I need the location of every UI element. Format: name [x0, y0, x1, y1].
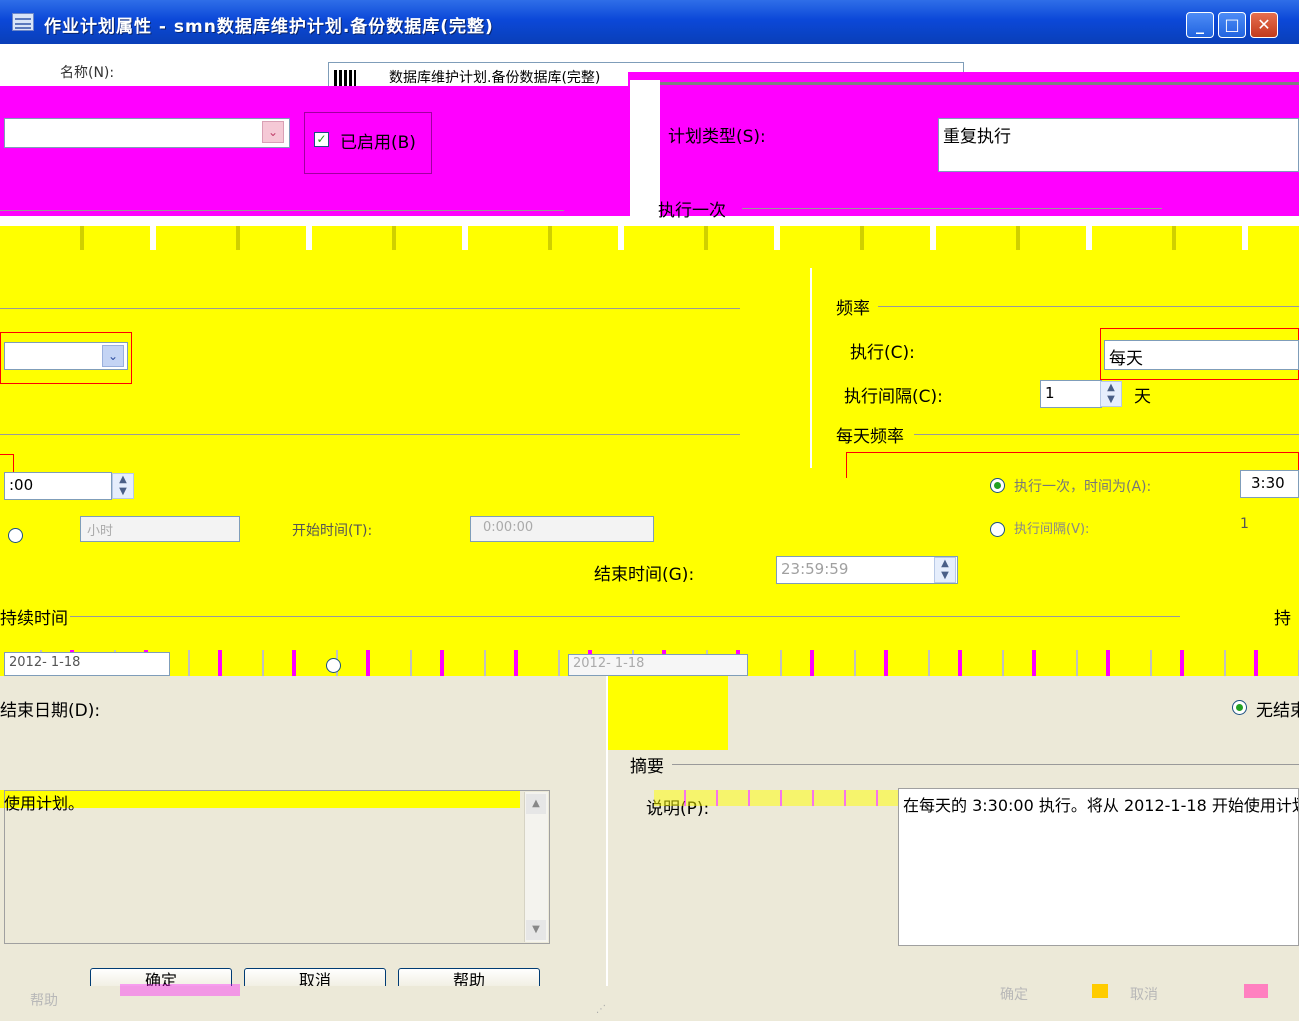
column-divider: [810, 268, 812, 468]
every-radio-left[interactable]: [8, 528, 23, 543]
recurring-frequency-panel: [0, 226, 1299, 676]
scroll-up-icon[interactable]: ▲: [526, 794, 546, 814]
divider-strip: [630, 80, 660, 230]
ghost-artifact-3: [1244, 984, 1268, 998]
daily-frequency-box: [846, 452, 1299, 478]
once-group-title: 执行一次: [658, 201, 726, 221]
schedule-type-select[interactable]: 重复执行: [938, 118, 1299, 172]
start-time-input[interactable]: 0:00:00: [470, 516, 654, 542]
chevron-down-icon[interactable]: ⌄: [102, 345, 124, 367]
recurs-unit: 天: [1134, 387, 1151, 407]
enabled-checkbox[interactable]: ✓: [314, 132, 329, 147]
ghost-artifact-2: [1092, 984, 1108, 998]
window-title: 作业计划属性 - smn数据库维护计划.备份数据库(完整): [44, 17, 494, 37]
help-ghost-label: 帮助: [30, 993, 58, 1009]
schedule-type-label: 计划类型(S):: [668, 127, 766, 147]
occurs-label: 执行(C):: [850, 343, 915, 363]
left-time-input[interactable]: :00: [4, 472, 112, 500]
divider-line: [660, 82, 1299, 85]
once-group-line: [742, 208, 1162, 209]
recurs-input[interactable]: 1: [1040, 380, 1102, 408]
start-time-label: 开始时间(T):: [292, 523, 373, 539]
once-at-label: 执行一次，时间为(A):: [1014, 479, 1152, 495]
left-group-line: [0, 210, 564, 211]
no-end-date-radio[interactable]: [1232, 700, 1247, 715]
resize-grip-icon[interactable]: ⋰: [596, 1004, 612, 1018]
description-artifact: [654, 790, 898, 806]
enabled-label: 已启用(B): [340, 133, 416, 153]
ok-ghost-label: 确定: [1000, 987, 1028, 1003]
end-date-radio[interactable]: [326, 658, 341, 673]
spin-button[interactable]: ▲ ▼: [1100, 381, 1122, 407]
end-time-input[interactable]: 23:59:59: [776, 556, 958, 584]
recurs-label: 执行间隔(C):: [844, 387, 943, 407]
duration-group-line: [70, 616, 1180, 617]
duration-group-title: 持续时间: [0, 609, 68, 629]
name-label: 名称(N):: [60, 65, 115, 81]
daily-frequency-title: 每天频率: [836, 427, 904, 447]
end-date-label: 结束日期(D):: [0, 701, 101, 721]
summary-group-title: 摘要: [630, 757, 664, 777]
once-at-time-input[interactable]: 3:30: [1240, 470, 1299, 498]
every-radio[interactable]: [990, 522, 1005, 537]
once-at-radio[interactable]: [990, 478, 1005, 493]
left-description-box: [4, 790, 550, 944]
artifact-strip: [0, 226, 1299, 250]
ghost-artifact: [120, 984, 240, 996]
close-button[interactable]: ✕: [1250, 12, 1278, 38]
end-date-input[interactable]: 2012- 1-18: [568, 654, 748, 676]
no-end-date-label: 无结束日期(O): [1256, 701, 1299, 721]
occurs-select[interactable]: 每天: [1104, 340, 1299, 370]
every-value: 1: [1240, 516, 1249, 532]
spin-button[interactable]: ▲ ▼: [934, 557, 956, 583]
frequency-group-title: 频率: [836, 299, 870, 319]
left-frequency-line: [0, 308, 740, 309]
summary-group-line: [672, 764, 1299, 765]
spin-button[interactable]: ▲ ▼: [112, 473, 134, 499]
left-description-text: 使用计划。: [4, 794, 85, 813]
scroll-down-icon[interactable]: ▼: [526, 920, 546, 940]
every-label: 执行间隔(V):: [1014, 522, 1090, 537]
panel-divider: [606, 676, 608, 986]
start-date-input[interactable]: 2012- 1-18: [4, 652, 170, 676]
end-time-label: 结束时间(G):: [594, 565, 695, 585]
duration-title-right: 持: [1274, 609, 1291, 629]
yellow-channel: [606, 676, 728, 750]
minimize-button[interactable]: _: [1186, 12, 1214, 38]
chevron-down-icon[interactable]: ⌄: [262, 121, 284, 143]
cancel-ghost-label: 取消: [1130, 987, 1158, 1003]
description-text: 在每天的 3:30:00 执行。将从 2012-1-18 开始使用计划。: [898, 788, 1299, 946]
calendar-icon: [12, 13, 34, 31]
no-end-panel: [728, 676, 1299, 750]
frequency-group-line: [878, 306, 1299, 307]
schedule-dropdown[interactable]: [4, 118, 290, 148]
maximize-button[interactable]: □: [1218, 12, 1246, 38]
daily-frequency-line: [914, 434, 1299, 435]
left-daily-line: [0, 434, 740, 435]
every-unit-select[interactable]: 小时: [80, 516, 240, 542]
